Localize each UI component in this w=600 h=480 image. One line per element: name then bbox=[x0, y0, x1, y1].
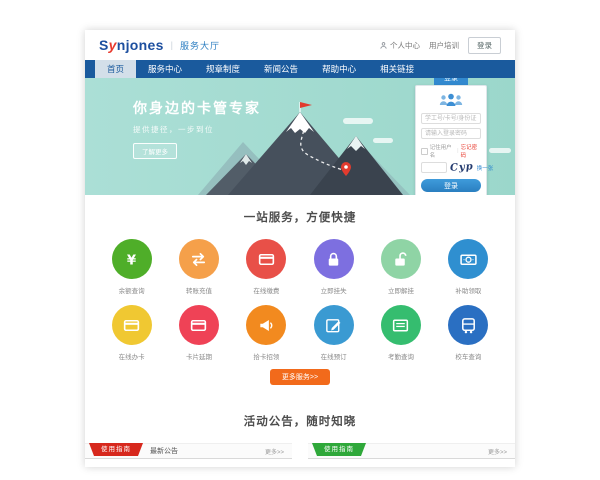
service-item-1: 转账充值 bbox=[165, 239, 232, 295]
bus-icon[interactable] bbox=[448, 305, 488, 345]
service-label: 考勤查询 bbox=[388, 351, 414, 361]
usage-guide-panel: 使用指南 最新公告 更多>> bbox=[85, 443, 292, 459]
service-label: 余额查询 bbox=[119, 285, 145, 295]
captcha-input[interactable] bbox=[421, 162, 447, 173]
service-item-2: 在线缴费 bbox=[233, 239, 300, 295]
lock-icon[interactable] bbox=[314, 239, 354, 279]
services-section: 一站服务，方便快捷 ¥ 余额查询 转账充值 在线缴费 立即挂失 立即解挂 补助领取在线办卡 卡… bbox=[85, 195, 515, 401]
login-password-input[interactable] bbox=[421, 128, 481, 139]
service-label: 立即解挂 bbox=[388, 285, 414, 295]
separator: | bbox=[457, 148, 458, 154]
service-item-11: 校车查询 bbox=[435, 305, 502, 361]
announcements-section: 活动公告，随时知晓 使用指南 最新公告 更多>> 使用指南 更多>> bbox=[85, 401, 515, 467]
nav-item-1[interactable]: 服务中心 bbox=[136, 60, 194, 78]
service-item-5: 补助领取 bbox=[435, 239, 502, 295]
service-label: 拾卡招领 bbox=[253, 351, 279, 361]
users-icon bbox=[436, 92, 466, 108]
nav-item-4[interactable]: 帮助中心 bbox=[310, 60, 368, 78]
logo-accent: y bbox=[109, 37, 117, 53]
bank-card-icon[interactable] bbox=[246, 239, 286, 279]
more-services-button[interactable]: 更多服务>> bbox=[270, 369, 330, 385]
main-nav: 首页服务中心规章制度新闻公告帮助中心相关链接 bbox=[85, 60, 515, 78]
service-label: 转账充值 bbox=[186, 285, 212, 295]
service-label: 卡片延期 bbox=[186, 351, 212, 361]
topbar-utilities: 个人中心 用户培训 登录 bbox=[379, 37, 501, 54]
service-label: 补助领取 bbox=[455, 285, 481, 295]
nav-item-5[interactable]: 相关链接 bbox=[368, 60, 426, 78]
login-form: 记住用户名 | 忘记密码 Cyp 换一张 登录 bbox=[415, 85, 487, 195]
login-button-top[interactable]: 登录 bbox=[468, 37, 501, 54]
personal-center-label: 个人中心 bbox=[390, 41, 420, 50]
login-tab[interactable]: 登录 bbox=[434, 78, 468, 85]
nav-item-2[interactable]: 规章制度 bbox=[194, 60, 252, 78]
latest-announcements-link[interactable]: 最新公告 bbox=[150, 446, 178, 456]
usage-guide-panel-right: 使用指南 更多>> bbox=[308, 443, 515, 459]
logo-text-rest: njones bbox=[117, 37, 164, 53]
site-name: 服务大厅 bbox=[180, 39, 220, 52]
person-icon bbox=[379, 41, 388, 50]
nav-item-3[interactable]: 新闻公告 bbox=[252, 60, 310, 78]
captcha-row: Cyp 换一张 bbox=[421, 162, 481, 173]
service-item-0: ¥ 余额查询 bbox=[98, 239, 165, 295]
svg-text:¥: ¥ bbox=[127, 253, 137, 268]
unlock-icon[interactable] bbox=[381, 239, 421, 279]
logo-divider: | bbox=[171, 40, 173, 50]
bank-card-icon[interactable] bbox=[112, 305, 152, 345]
service-label: 立即挂失 bbox=[321, 285, 347, 295]
more-link-right[interactable]: 更多>> bbox=[488, 447, 507, 456]
hero-title: 你身边的卡管专家 bbox=[133, 98, 261, 118]
topbar: Synjones | 服务大厅 个人中心 用户培训 登录 bbox=[85, 30, 515, 60]
service-item-8: 拾卡招领 bbox=[233, 305, 300, 361]
banknote-icon[interactable] bbox=[448, 239, 488, 279]
announcement-panels: 使用指南 最新公告 更多>> 使用指南 更多>> bbox=[85, 443, 515, 459]
attendance-icon[interactable] bbox=[381, 305, 421, 345]
cloud-shape bbox=[489, 148, 511, 153]
service-hall-page: Synjones | 服务大厅 个人中心 用户培训 登录 首页服务中心规章制度新… bbox=[85, 30, 515, 467]
service-item-7: 卡片延期 bbox=[165, 305, 232, 361]
service-label: 在线办卡 bbox=[119, 351, 145, 361]
service-item-9: 在线预订 bbox=[300, 305, 367, 361]
brand-logo[interactable]: Synjones bbox=[99, 37, 164, 53]
login-submit-button[interactable]: 登录 bbox=[421, 179, 481, 192]
login-id-input[interactable] bbox=[421, 113, 481, 124]
services-grid: ¥ 余额查询 转账充值 在线缴费 立即挂失 立即解挂 补助领取在线办卡 卡片延期 拾卡招领 在线预… bbox=[98, 239, 502, 361]
service-item-10: 考勤查询 bbox=[367, 305, 434, 361]
forgot-password-link[interactable]: 忘记密码 bbox=[461, 143, 481, 159]
edit-icon[interactable] bbox=[314, 305, 354, 345]
service-item-6: 在线办卡 bbox=[98, 305, 165, 361]
login-panel: 登录 记住用户名 | 忘记密码 Cyp 换一张 bbox=[415, 78, 487, 195]
remember-checkbox[interactable] bbox=[421, 148, 428, 155]
captcha-image[interactable]: Cyp bbox=[450, 161, 474, 174]
transfer-icon[interactable] bbox=[179, 239, 219, 279]
service-label: 校车查询 bbox=[455, 351, 481, 361]
service-label: 在线缴费 bbox=[253, 285, 279, 295]
captcha-refresh-link[interactable]: 换一张 bbox=[477, 164, 494, 172]
more-link-left[interactable]: 更多>> bbox=[265, 447, 284, 456]
hero-text: 你身边的卡管专家 提供捷径，一步到位 了解更多 bbox=[133, 98, 261, 159]
service-item-4: 立即解挂 bbox=[367, 239, 434, 295]
logo-text: S bbox=[99, 37, 109, 53]
announcements-title: 活动公告，随时知晓 bbox=[85, 413, 515, 429]
yuan-icon[interactable]: ¥ bbox=[112, 239, 152, 279]
hero-cta-button[interactable]: 了解更多 bbox=[133, 143, 177, 159]
bank-card-icon[interactable] bbox=[179, 305, 219, 345]
user-training-link[interactable]: 用户培训 bbox=[429, 40, 459, 51]
hero-subtitle: 提供捷径，一步到位 bbox=[133, 124, 261, 135]
service-label: 在线预订 bbox=[321, 351, 347, 361]
hero-banner: 你身边的卡管专家 提供捷径，一步到位 了解更多 登录 bbox=[85, 78, 515, 195]
remember-row: 记住用户名 | 忘记密码 bbox=[421, 143, 481, 159]
megaphone-icon[interactable] bbox=[246, 305, 286, 345]
services-title: 一站服务，方便快捷 bbox=[85, 209, 515, 225]
panel-body-cutoff bbox=[85, 459, 515, 467]
remember-label: 记住用户名 bbox=[430, 143, 456, 159]
service-item-3: 立即挂失 bbox=[300, 239, 367, 295]
nav-item-0[interactable]: 首页 bbox=[95, 60, 136, 78]
personal-center-link[interactable]: 个人中心 bbox=[379, 40, 420, 51]
